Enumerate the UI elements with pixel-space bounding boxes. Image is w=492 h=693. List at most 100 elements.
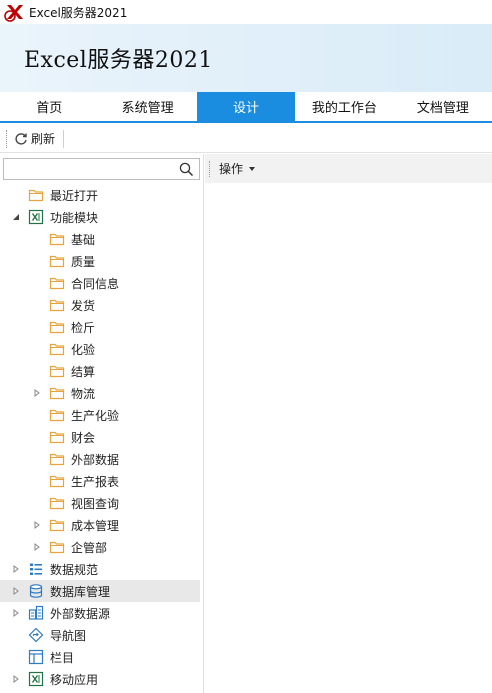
folder-icon [49, 495, 65, 511]
tree-item[interactable]: 质量 [0, 250, 204, 272]
tree-item-label: 栏目 [50, 650, 75, 665]
tree-item[interactable]: 财会 [0, 426, 204, 448]
app-logo-icon [4, 2, 26, 22]
folder-icon [49, 253, 65, 269]
tree-item[interactable]: 企管部 [0, 536, 204, 558]
navigation-icon [28, 627, 44, 643]
tree-item-label: 生产报表 [71, 474, 120, 489]
tree-item[interactable]: 生产化验 [0, 404, 204, 426]
app-banner: Excel服务器2021 [0, 24, 492, 92]
tab-design[interactable]: 设计 [196, 92, 296, 121]
folder-icon [49, 473, 65, 489]
toolbar-separator [63, 129, 65, 148]
tree-collapsed-icon[interactable] [32, 542, 42, 552]
tree-item[interactable]: 外部数据 [0, 448, 204, 470]
tree-item-label: 外部数据 [71, 452, 120, 467]
folder-icon [49, 451, 65, 467]
search-input[interactable] [4, 159, 174, 179]
refresh-button[interactable]: 刷新 [14, 130, 55, 147]
tree-item[interactable]: 栏目 [0, 646, 204, 668]
navigation-tree: 最近打开功能模块基础质量合同信息发货检斤化验结算物流生产化验财会外部数据生产报表… [0, 184, 204, 690]
banner-title: Excel服务器2021 [24, 48, 213, 73]
tree-item[interactable]: 功能模块 [0, 206, 204, 228]
tree-item[interactable]: 合同信息 [0, 272, 204, 294]
tab-system-management[interactable]: 系统管理 [98, 92, 196, 121]
tab-document-management[interactable]: 文档管理 [394, 92, 492, 121]
mobile-excel-icon [28, 671, 44, 687]
tree-item-label: 视图查询 [71, 496, 120, 511]
tree-item-label: 数据库管理 [50, 584, 111, 599]
column-icon [28, 649, 44, 665]
tree-collapsed-icon[interactable] [11, 674, 21, 684]
tree-item-label: 物流 [71, 386, 96, 401]
tree-item[interactable]: 数据库管理 [0, 580, 200, 602]
operations-grip [209, 160, 211, 177]
tree-collapsed-icon[interactable] [11, 608, 21, 618]
tree-item[interactable]: 发货 [0, 294, 204, 316]
folder-icon [49, 275, 65, 291]
tree-collapsed-icon[interactable] [32, 520, 42, 530]
tree-item-label: 企管部 [71, 540, 108, 555]
external-datasource-icon [28, 605, 44, 621]
tree-item-label: 发货 [71, 298, 96, 313]
tree-item-label: 合同信息 [71, 276, 120, 291]
tree-item-label: 基础 [71, 232, 96, 247]
search-icon[interactable] [179, 162, 194, 177]
toolbar: 刷新 [0, 125, 492, 153]
folder-icon [49, 231, 65, 247]
main-tabs: 首页 系统管理 设计 我的工作台 文档管理 [0, 92, 492, 123]
tree-item[interactable]: 最近打开 [0, 184, 204, 206]
folder-icon [49, 319, 65, 335]
tree-collapsed-icon[interactable] [11, 564, 21, 574]
tree-item[interactable]: 结算 [0, 360, 204, 382]
tree-item[interactable]: 外部数据源 [0, 602, 204, 624]
operations-label: 操作 [219, 162, 244, 176]
tree-item[interactable]: 视图查询 [0, 492, 204, 514]
tree-item[interactable]: 生产报表 [0, 470, 204, 492]
caret-down-icon [249, 166, 256, 171]
tab-my-workbench[interactable]: 我的工作台 [295, 92, 393, 121]
tree-item-label: 化验 [71, 342, 96, 357]
folder-icon [49, 539, 65, 555]
tree-item[interactable]: 成本管理 [0, 514, 204, 536]
tree-item[interactable]: 导航图 [0, 624, 204, 646]
tree-item-label: 移动应用 [50, 672, 99, 687]
tab-home[interactable]: 首页 [0, 92, 98, 121]
tree-item[interactable]: 化验 [0, 338, 204, 360]
operations-dropdown[interactable]: 操作 [219, 160, 256, 177]
search-box [3, 158, 200, 180]
content-pane: 操作 [205, 154, 492, 693]
tree-item-label: 结算 [71, 364, 96, 379]
tree-expanded-icon[interactable] [11, 212, 21, 222]
folder-icon [49, 341, 65, 357]
excel-icon [28, 209, 44, 225]
data-spec-icon [28, 561, 44, 577]
tree-item-label: 数据规范 [50, 562, 99, 577]
tree-item[interactable]: 移动应用 [0, 668, 204, 690]
folder-icon [49, 429, 65, 445]
operations-bar: 操作 [205, 154, 492, 183]
refresh-icon [15, 132, 27, 145]
tree-item[interactable]: 检斤 [0, 316, 204, 338]
tree-item[interactable]: 基础 [0, 228, 204, 250]
folder-icon [49, 385, 65, 401]
toolbar-grip [6, 129, 8, 148]
tree-item[interactable]: 数据规范 [0, 558, 204, 580]
folder-icon [49, 363, 65, 379]
tree-item-label: 生产化验 [71, 408, 120, 423]
folder-icon [49, 517, 65, 533]
folder-icon [49, 297, 65, 313]
tree-item-label: 质量 [71, 254, 96, 269]
refresh-label: 刷新 [31, 132, 56, 146]
tree-item[interactable]: 物流 [0, 382, 204, 404]
title-bar: Excel服务器2021 [0, 0, 492, 24]
tree-collapsed-icon[interactable] [32, 388, 42, 398]
tree-item-label: 最近打开 [50, 188, 99, 203]
window-title: Excel服务器2021 [29, 5, 128, 20]
tree-item-label: 成本管理 [71, 518, 120, 533]
tree-item-label: 功能模块 [50, 210, 99, 225]
database-icon [28, 583, 44, 599]
tree-collapsed-icon[interactable] [11, 586, 21, 596]
tree-item-label: 外部数据源 [50, 606, 111, 621]
tree-item-label: 导航图 [50, 628, 87, 643]
